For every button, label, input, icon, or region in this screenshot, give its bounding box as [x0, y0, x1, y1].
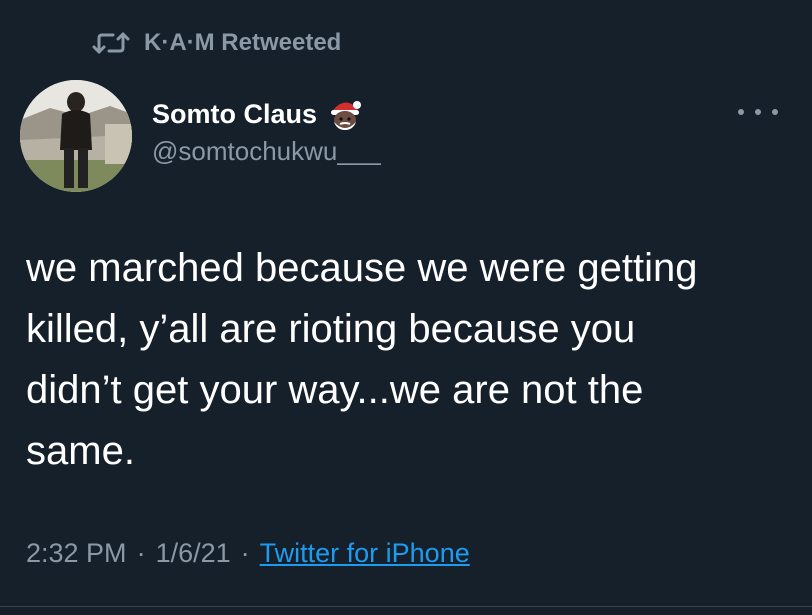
tweet-date[interactable]: 1/6/21 — [156, 538, 231, 569]
meta-separator: · — [240, 538, 250, 568]
more-options-icon[interactable] — [738, 102, 778, 122]
tweet-card: K·A·M Retweeted Somto Claus @somtochukwu… — [0, 0, 812, 615]
divider — [0, 606, 812, 607]
retweet-indicator[interactable]: K·A·M Retweeted — [92, 28, 341, 58]
author-display-name[interactable]: Somto Claus — [152, 99, 317, 130]
tweet-meta: 2:32 PM · 1/6/21 · Twitter for iPhone — [26, 538, 470, 569]
author-handle[interactable]: @somtochukwu___ — [152, 136, 381, 167]
tweet-line: we marched because we were getting — [26, 246, 698, 290]
retweet-text: K·A·M Retweeted — [144, 29, 342, 56]
retweet-icon — [92, 30, 130, 56]
more-dot — [738, 109, 744, 115]
tweet-time[interactable]: 2:32 PM — [26, 538, 127, 569]
more-dot — [772, 109, 778, 115]
tweet-line: same. — [26, 429, 135, 473]
avatar[interactable] — [20, 80, 132, 192]
more-dot — [755, 109, 761, 115]
santa-emoji-icon — [327, 96, 363, 132]
tweet-line: killed, y’all are rioting because you — [26, 307, 636, 351]
tweet-text: we marched because we were getting kille… — [26, 238, 786, 482]
meta-separator: · — [136, 538, 146, 568]
tweet-line: didn’t get your way...we are not the — [26, 368, 644, 412]
tweet-source-link[interactable]: Twitter for iPhone — [260, 538, 470, 569]
author-name-row[interactable]: Somto Claus — [152, 96, 363, 132]
